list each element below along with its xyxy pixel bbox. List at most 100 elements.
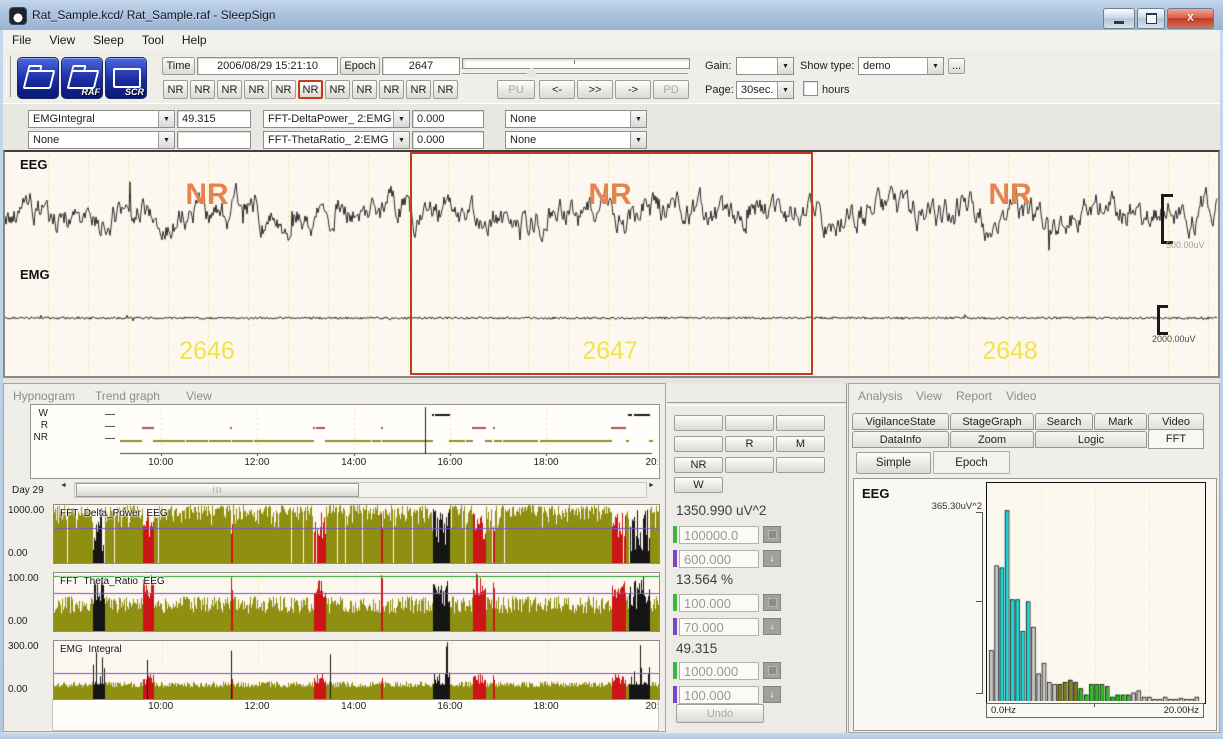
undo-button[interactable]: Undo [676,704,764,723]
show-type-select[interactable]: demo▼ [858,57,944,75]
stage-assign-button-nr-2-0[interactable]: NR [674,457,723,473]
tab-stagegraph[interactable]: StageGraph [950,413,1034,430]
open-scr-button[interactable]: SCR [105,57,147,99]
tab-zoom[interactable]: Zoom [950,431,1034,448]
upper-threshold-button-2[interactable] [763,662,781,679]
scroll-left-arrow[interactable]: ◄ [60,482,73,498]
channel-select-r1-c3[interactable]: None▼ [505,110,647,128]
menu-help[interactable]: Help [173,30,216,50]
open-raf-button[interactable]: RAF [61,57,103,99]
maximize-button[interactable] [1137,8,1165,29]
tab-vigilancestate[interactable]: VigilanceState [852,413,949,430]
stage-assign-button-w-3-0[interactable]: W [674,477,723,493]
eeg-scale-label: 500.00uV [1166,240,1205,250]
tab-logic[interactable]: Logic [1035,431,1147,448]
down-arrow-icon: ↓ [770,689,775,700]
open-kcd-button[interactable] [17,57,59,99]
stage-button-nr-0[interactable]: NR [163,80,188,99]
stage-button-nr-8[interactable]: NR [379,80,404,99]
stage-assign-button-empty-1-0[interactable] [674,436,723,452]
panel-menu-hypnogram[interactable]: Hypnogram [13,389,75,403]
lower-threshold-apply-button-0[interactable]: ↓ [763,550,781,567]
analysis-menu-video[interactable]: Video [1006,389,1036,403]
stage-button-nr-7[interactable]: NR [352,80,377,99]
stage-button-nr-5[interactable]: NR [298,80,323,99]
channel-select-r1-c1[interactable]: EMGIntegral▼ [28,110,175,128]
analysis-menu-report[interactable]: Report [956,389,992,403]
minimize-button[interactable] [1103,8,1135,29]
scroll-right-arrow[interactable]: ► [648,482,661,498]
tab-search[interactable]: Search [1035,413,1093,430]
channel-select-r2-c1[interactable]: None▼ [28,131,175,149]
lower-threshold-apply-button-2[interactable]: ↓ [763,686,781,703]
menu-tool[interactable]: Tool [133,30,173,50]
epoch-button[interactable]: Epoch [340,57,380,75]
more-options-button[interactable]: ... [948,58,965,74]
day-label: Day 29 [12,485,44,496]
channel-select-r1-c2[interactable]: FFT-DeltaPower_ 2:EMG▼ [263,110,410,128]
tab-datainfo[interactable]: DataInfo [852,431,949,448]
channel-select-r2-c3[interactable]: None▼ [505,131,647,149]
chevron-down-icon[interactable]: ▼ [630,132,646,148]
menu-file[interactable]: File [3,30,40,50]
chevron-down-icon[interactable]: ▼ [777,82,793,98]
stage-assign-button-empty-2-2[interactable] [776,457,825,473]
panel-menu-view[interactable]: View [186,389,212,403]
chevron-down-icon[interactable]: ▼ [393,111,409,127]
stage-button-nr-3[interactable]: NR [244,80,269,99]
stage-assign-button-empty-2-1[interactable] [725,457,774,473]
panel-menu-trend-graph[interactable]: Trend graph [95,389,160,403]
tab-video[interactable]: Video [1148,413,1204,430]
stage-assign-button-empty-0-2[interactable] [776,415,825,431]
channel-select-r2-c2[interactable]: FFT-ThetaRatio_ 2:EMG▼ [263,131,410,149]
tab-fft[interactable]: FFT [1148,429,1204,449]
nav-button-[interactable]: <- [539,80,575,99]
chevron-down-icon[interactable]: ▼ [393,132,409,148]
epoch-field[interactable]: 2647 [382,57,460,75]
lower-threshold-input-2[interactable]: 100.000 [679,686,759,704]
lower-threshold-apply-button-1[interactable]: ↓ [763,618,781,635]
analysis-menu-view[interactable]: View [916,389,942,403]
analysis-menu-analysis[interactable]: Analysis [858,389,903,403]
epoch-slider-track[interactable] [462,58,690,69]
stage-button-nr-1[interactable]: NR [190,80,215,99]
chevron-down-icon[interactable]: ▼ [158,132,174,148]
nav-button-pd[interactable]: PD [653,80,689,99]
menu-view[interactable]: View [40,30,84,50]
lower-threshold-input-1[interactable]: 70.000 [679,618,759,636]
stage-assign-button-m-1-2[interactable]: M [776,436,825,452]
datetime-field[interactable]: 2006/08/29 15:21:10 [197,57,338,75]
lower-threshold-input-0[interactable]: 600.000 [679,550,759,568]
stage-button-nr-9[interactable]: NR [406,80,431,99]
subtab-simple[interactable]: Simple [856,452,931,474]
upper-threshold-button-0[interactable] [763,526,781,543]
tab-mark[interactable]: Mark [1094,413,1147,430]
chevron-down-icon[interactable]: ▼ [777,58,793,74]
chevron-down-icon[interactable]: ▼ [158,111,174,127]
time-button[interactable]: Time [162,57,195,75]
menu-sleep[interactable]: Sleep [84,30,133,50]
chevron-down-icon[interactable]: ▼ [927,58,943,74]
chevron-down-icon[interactable]: ▼ [630,111,646,127]
close-button[interactable]: X [1167,8,1214,29]
gain-select[interactable]: ▼ [736,57,794,75]
hypnogram-scrollbar-thumb[interactable]: III [76,483,359,497]
nav-button-pu[interactable]: PU [497,80,535,99]
stage-assign-button-empty-0-0[interactable] [674,415,723,431]
nav-button-[interactable]: >> [577,80,613,99]
page-select[interactable]: 30sec.▼ [736,81,794,99]
stage-assign-button-empty-0-1[interactable] [725,415,774,431]
upper-threshold-button-1[interactable] [763,594,781,611]
upper-threshold-input-0[interactable]: 100000.0 [679,526,759,544]
upper-threshold-input-1[interactable]: 100.000 [679,594,759,612]
epoch-stage-label-2646: NR [185,178,228,212]
stage-button-nr-6[interactable]: NR [325,80,350,99]
stage-button-nr-10[interactable]: NR [433,80,458,99]
nav-button-[interactable]: -> [615,80,651,99]
hours-checkbox[interactable] [803,81,818,96]
stage-button-nr-2[interactable]: NR [217,80,242,99]
upper-threshold-input-2[interactable]: 1000.000 [679,662,759,680]
stage-assign-button-r-1-1[interactable]: R [725,436,774,452]
subtab-epoch[interactable]: Epoch [933,451,1010,474]
stage-button-nr-4[interactable]: NR [271,80,296,99]
